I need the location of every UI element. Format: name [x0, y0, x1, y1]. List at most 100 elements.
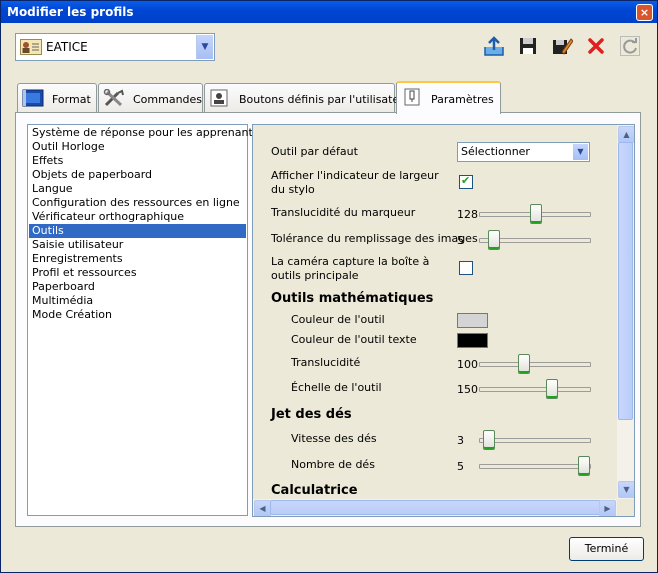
slider-thumb[interactable]	[530, 204, 542, 224]
tab-format-label: Format	[52, 93, 91, 106]
category-item[interactable]: Saisie utilisateur	[29, 238, 246, 252]
slider-track	[479, 387, 591, 392]
marker-translucency-value: 128	[457, 208, 478, 221]
text-tool-color-swatch[interactable]	[457, 333, 488, 348]
default-tool-value: Sélectionner	[461, 145, 530, 158]
tools-icon	[103, 89, 124, 107]
category-item[interactable]: Paperboard	[29, 280, 246, 294]
width-indicator-checkbox[interactable]: ✔	[459, 174, 473, 189]
scroll-corner	[617, 499, 634, 516]
category-item[interactable]: Objets de paperboard	[29, 168, 246, 182]
tool-scale-label: Échelle de l'outil	[291, 381, 382, 394]
category-item[interactable]: Outil Horloge	[29, 140, 246, 154]
user-button-icon	[210, 89, 228, 107]
category-item[interactable]: Langue	[29, 182, 246, 196]
refresh-profile-button[interactable]	[619, 35, 641, 57]
marker-translucency-label: Translucidité du marqueur	[271, 206, 416, 219]
math-tools-header: Outils mathématiques	[271, 291, 434, 306]
scroll-right-button[interactable]: ▶	[599, 500, 616, 516]
chevron-down-icon[interactable]: ▼	[196, 35, 213, 59]
math-translucency-slider[interactable]	[479, 353, 591, 374]
default-tool-label: Outil par défaut	[271, 145, 358, 158]
tab-commands[interactable]: Commandes	[98, 83, 203, 112]
format-icon	[22, 89, 44, 107]
tool-color-swatch[interactable]	[457, 313, 488, 328]
delete-icon	[588, 38, 604, 54]
calculator-header: Calculatrice	[271, 483, 358, 498]
tab-format[interactable]: Format	[17, 83, 97, 112]
slider-track	[479, 464, 591, 469]
export-profile-button[interactable]	[483, 35, 505, 57]
tool-scale-slider[interactable]	[479, 378, 591, 399]
horizontal-scrollbar[interactable]: ◀ ▶	[253, 499, 617, 516]
slider-thumb[interactable]	[488, 230, 501, 250]
width-indicator-label: Afficher l'indicateur de largeur du styl…	[271, 169, 439, 196]
slider-thumb[interactable]	[546, 379, 559, 399]
edit-profile-button[interactable]	[551, 35, 574, 57]
save-profile-button[interactable]	[517, 35, 539, 57]
tool-scale-value: 150	[457, 383, 478, 396]
category-item[interactable]: Configuration des ressources en ligne	[29, 196, 246, 210]
tab-user-buttons[interactable]: Boutons définis par l'utilisateur	[204, 83, 411, 112]
vertical-scroll-thumb[interactable]	[618, 142, 633, 420]
dice-count-label: Nombre de dés	[291, 458, 375, 471]
category-item[interactable]: Enregistrements	[29, 252, 246, 266]
fill-tolerance-label: Tolérance du remplissage des images	[271, 232, 478, 245]
close-button[interactable]: ×	[636, 4, 653, 21]
dice-speed-label: Vitesse des dés	[291, 432, 377, 445]
dice-count-slider[interactable]	[479, 455, 591, 476]
category-item[interactable]: Effets	[29, 154, 246, 168]
slider-thumb[interactable]	[483, 430, 496, 450]
category-item[interactable]: Mode Création	[29, 308, 246, 322]
profiles-dialog: Modifier les profils × EATICE ▼ Format C…	[0, 0, 658, 573]
fill-tolerance-value: 5	[457, 234, 464, 247]
checkmark-icon: ✔	[461, 174, 471, 187]
settings-panel: Système de réponse pour les apprenants Ou…	[15, 112, 641, 527]
category-item[interactable]: Outils	[29, 224, 246, 238]
scroll-left-button[interactable]: ◀	[254, 500, 271, 516]
horizontal-scroll-thumb[interactable]	[270, 500, 602, 515]
category-item[interactable]: Vérificateur orthographique	[29, 210, 246, 224]
dice-speed-value: 3	[457, 434, 464, 447]
camera-capture-label: La caméra capture la boîte à outils prin…	[271, 255, 430, 282]
slider-track	[479, 438, 591, 443]
math-translucency-value: 100	[457, 358, 478, 371]
chevron-down-icon[interactable]: ▼	[573, 144, 588, 160]
slider-thumb[interactable]	[577, 456, 590, 476]
profile-select-value: EATICE	[46, 40, 88, 54]
scroll-up-button[interactable]: ▲	[618, 126, 634, 143]
settings-pane: Outil par défaut Sélectionner ▼ Afficher…	[252, 124, 635, 517]
settings-icon	[404, 88, 420, 106]
settings-content: Outil par défaut Sélectionner ▼ Afficher…	[253, 125, 617, 499]
default-tool-select[interactable]: Sélectionner ▼	[457, 142, 590, 162]
refresh-icon	[620, 36, 640, 56]
dice-count-value: 5	[457, 460, 464, 473]
camera-capture-checkbox[interactable]	[459, 261, 473, 275]
vertical-scrollbar[interactable]: ▲ ▼	[617, 125, 634, 499]
category-item[interactable]: Système de réponse pour les apprenants	[29, 126, 259, 140]
category-item[interactable]: Profil et ressources	[29, 266, 246, 280]
window-title: Modifier les profils	[7, 5, 134, 19]
save-icon	[520, 38, 536, 54]
category-list[interactable]: Système de réponse pour les apprenants Ou…	[27, 124, 259, 516]
export-icon	[484, 36, 504, 56]
edit-icon	[553, 38, 574, 55]
profile-card-icon	[20, 39, 42, 55]
delete-profile-button[interactable]	[585, 35, 607, 57]
tab-user-buttons-label: Boutons définis par l'utilisateur	[239, 93, 411, 106]
text-tool-color-label: Couleur de l'outil texte	[291, 333, 417, 346]
dice-speed-slider[interactable]	[479, 429, 591, 450]
category-item[interactable]: Multimédia	[29, 294, 246, 308]
tool-color-label: Couleur de l'outil	[291, 313, 385, 326]
title-bar[interactable]: Modifier les profils ×	[1, 1, 657, 23]
tab-settings[interactable]: Paramètres	[396, 81, 501, 114]
scroll-down-button[interactable]: ▼	[618, 481, 634, 498]
done-button[interactable]: Terminé	[569, 537, 644, 561]
fill-tolerance-slider[interactable]	[479, 229, 591, 250]
slider-thumb[interactable]	[517, 354, 530, 374]
math-translucency-label: Translucidité	[291, 356, 361, 369]
marker-translucency-slider[interactable]	[479, 203, 591, 224]
slider-track	[479, 362, 591, 367]
profile-select[interactable]: EATICE ▼	[15, 33, 215, 61]
dice-header: Jet des dés	[271, 407, 352, 422]
